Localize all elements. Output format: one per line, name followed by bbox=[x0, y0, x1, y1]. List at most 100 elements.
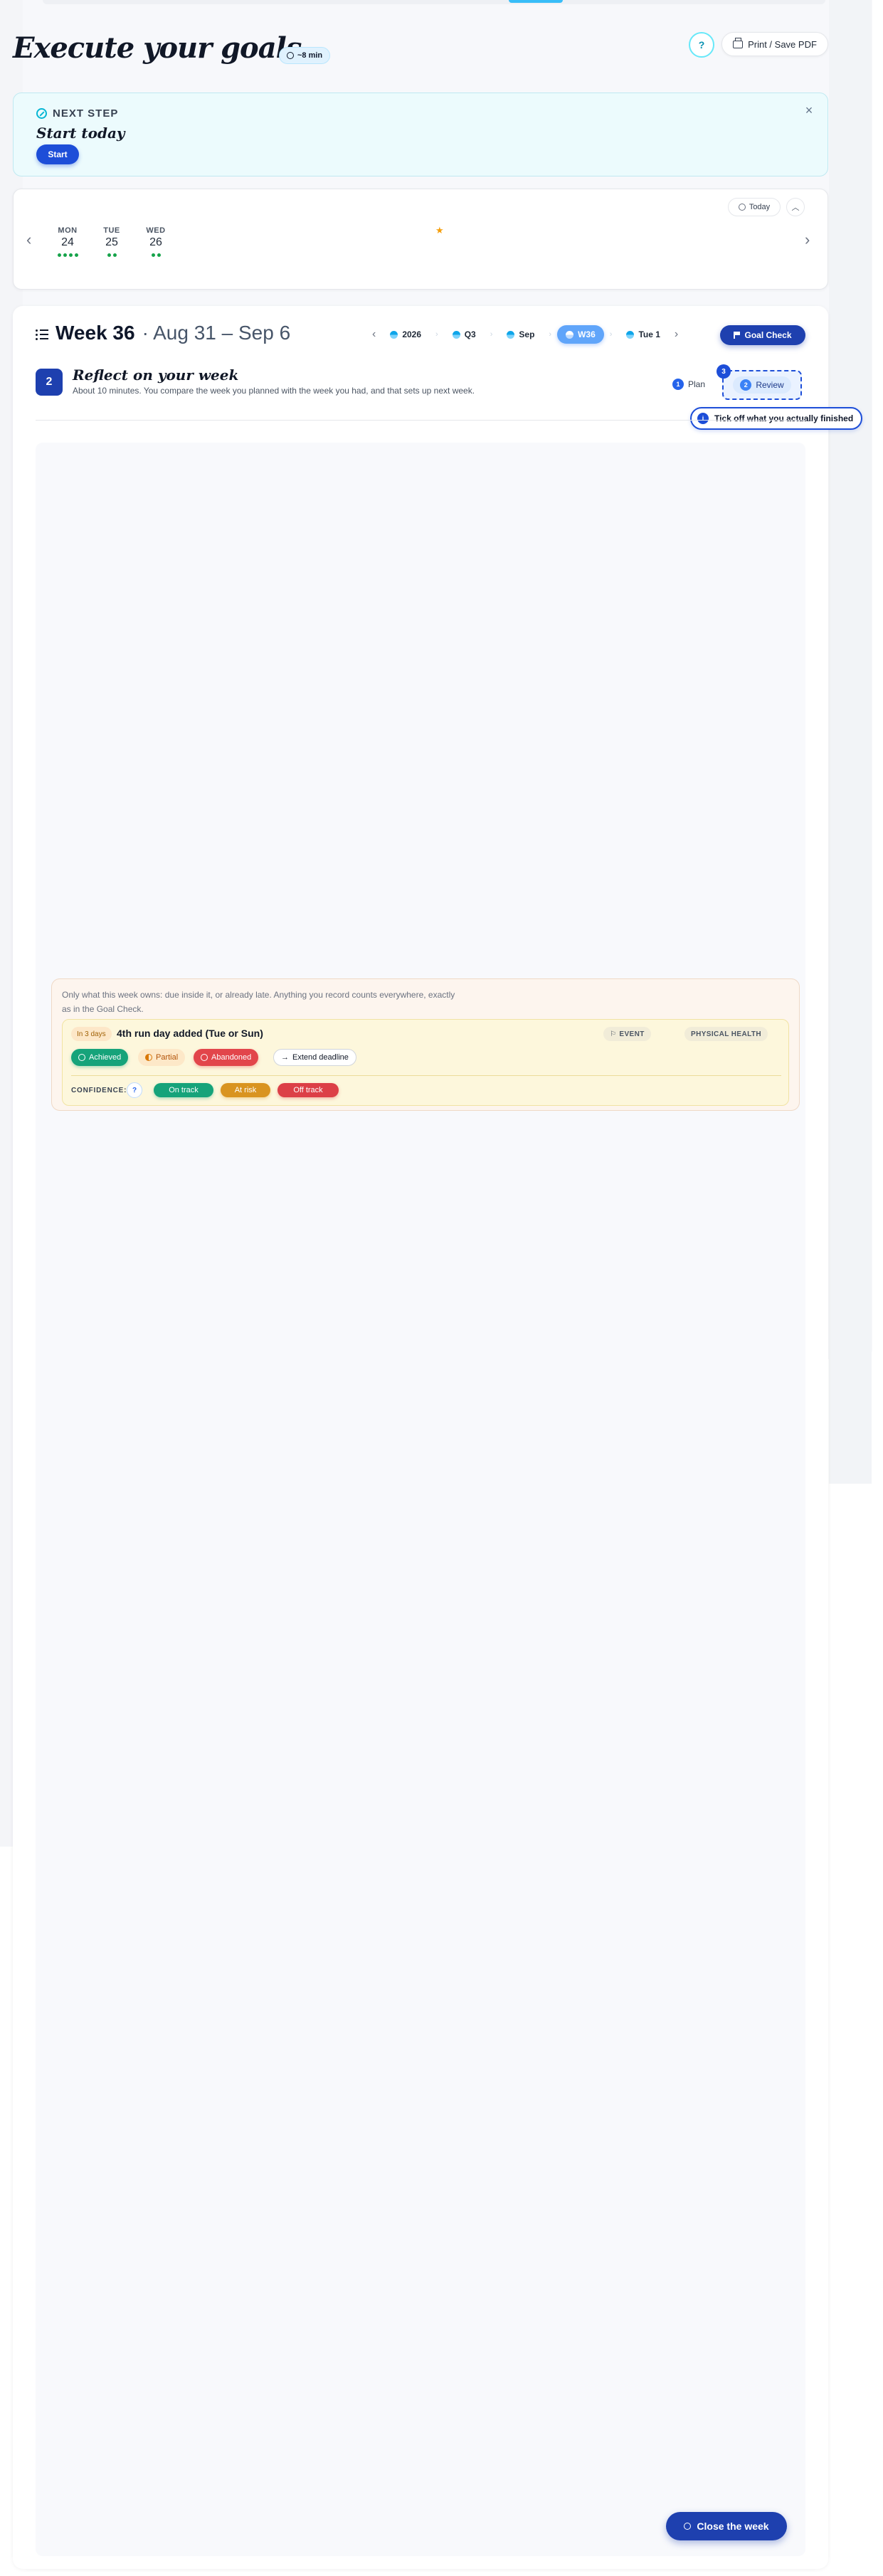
breadcrumb-day[interactable]: Tue 1 bbox=[618, 325, 669, 344]
arrow-right-icon: → bbox=[281, 1053, 289, 1062]
confidence-off-track-button[interactable]: Off track bbox=[277, 1083, 339, 1097]
extend-deadline-button[interactable]: → Extend deadline bbox=[273, 1049, 356, 1066]
help-button[interactable]: ? bbox=[689, 32, 714, 58]
tab-review-pill: 2 Review bbox=[733, 376, 791, 394]
top-nav-active-indicator bbox=[509, 0, 563, 3]
item-type-tag: ⚐ EVENT bbox=[603, 1027, 651, 1041]
printer-icon bbox=[733, 37, 744, 48]
achieved-button[interactable]: Achieved bbox=[71, 1049, 129, 1066]
day-task-dots bbox=[97, 253, 126, 257]
review-item-panel: Only what this week owns: due inside it,… bbox=[51, 978, 800, 1111]
progress-half-icon bbox=[390, 330, 398, 339]
task-dot bbox=[151, 253, 155, 257]
flag-icon bbox=[734, 332, 741, 339]
chevron-left-icon[interactable]: ‹ bbox=[26, 231, 31, 249]
page-title: Execute your goals bbox=[13, 31, 302, 65]
partial-label: Partial bbox=[156, 1053, 179, 1062]
task-dot bbox=[112, 253, 117, 257]
partial-button[interactable]: Partial bbox=[138, 1049, 186, 1066]
period-breadcrumb: ‹ 2026 › Q3 › Sep › W36 › Tue 1 › bbox=[372, 325, 678, 344]
time-estimate-label: ~8 min bbox=[297, 51, 323, 60]
day-of-week: MON bbox=[58, 226, 78, 235]
print-save-pdf-button[interactable]: Print / Save PDF bbox=[721, 32, 828, 56]
chevron-left-icon[interactable]: ‹ bbox=[372, 328, 376, 341]
day-of-month: 25 bbox=[105, 236, 118, 248]
section-divider bbox=[36, 420, 805, 421]
breadcrumb-label: W36 bbox=[578, 329, 596, 339]
help-icon: ? bbox=[698, 39, 705, 51]
progress-half-icon bbox=[507, 330, 515, 339]
abandoned-button[interactable]: Abandoned bbox=[194, 1049, 259, 1066]
week-header: Week 36 · Aug 31 – Sep 6 bbox=[36, 322, 290, 344]
review-scope-note: Only what this week owns: due inside it,… bbox=[62, 990, 455, 1014]
breadcrumb-month[interactable]: Sep bbox=[498, 325, 544, 344]
task-dot bbox=[157, 253, 161, 257]
abandoned-label: Abandoned bbox=[211, 1053, 252, 1062]
tab-number: 2 bbox=[740, 379, 752, 391]
checklist-icon bbox=[36, 329, 48, 340]
breadcrumb-quarter[interactable]: Q3 bbox=[443, 325, 485, 344]
progress-half-icon bbox=[626, 330, 635, 339]
target-icon bbox=[738, 204, 746, 211]
half-circle-icon bbox=[145, 1054, 152, 1061]
breadcrumb-label: 2026 bbox=[402, 329, 422, 339]
item-divider bbox=[71, 1075, 781, 1076]
day-of-week: WED bbox=[146, 226, 166, 235]
item-type-label: EVENT bbox=[619, 1030, 645, 1038]
item-title: 4th run day added (Tue or Sun) bbox=[117, 1028, 263, 1039]
confidence-at-risk-button[interactable]: At risk bbox=[221, 1083, 270, 1097]
day-task-dots bbox=[53, 253, 82, 257]
task-dot bbox=[107, 253, 111, 257]
progress-half-icon bbox=[566, 330, 574, 339]
info-icon: i bbox=[697, 413, 709, 424]
day-task-dots bbox=[142, 253, 170, 257]
clock-icon bbox=[287, 52, 294, 59]
calendar-day[interactable]: WED 26 bbox=[142, 226, 170, 257]
chevron-right-icon[interactable]: › bbox=[675, 328, 678, 341]
breadcrumb-label: Sep bbox=[519, 329, 535, 339]
confidence-label: CONFIDENCE: bbox=[71, 1087, 127, 1094]
tab-plan[interactable]: 1 Plan bbox=[672, 379, 705, 390]
tour-tooltip-text: Tick off what you actually finished bbox=[714, 413, 854, 423]
confidence-on-track-button[interactable]: On track bbox=[154, 1083, 213, 1097]
chevron-right-icon[interactable]: › bbox=[805, 231, 810, 249]
breadcrumb-week[interactable]: W36 bbox=[557, 325, 604, 344]
tour-step-badge: 3 bbox=[717, 364, 731, 379]
tab-review[interactable]: 2 Review bbox=[722, 370, 802, 400]
start-button[interactable]: Start bbox=[36, 144, 79, 164]
x-circle-icon bbox=[201, 1054, 208, 1061]
breadcrumb-separator-icon: › bbox=[609, 330, 613, 339]
goal-check-button[interactable]: Goal Check bbox=[720, 325, 805, 345]
week-title: Week 36 bbox=[55, 322, 135, 344]
step-title: Reflect on your week bbox=[73, 366, 239, 384]
background-panel bbox=[829, 0, 872, 1484]
day-of-week: TUE bbox=[103, 226, 120, 235]
task-dot bbox=[57, 253, 61, 257]
today-button[interactable]: Today bbox=[728, 198, 781, 216]
task-dot bbox=[63, 253, 67, 257]
day-of-month: 24 bbox=[61, 236, 74, 248]
next-step-banner: NEXT STEP Start today Start × bbox=[13, 93, 828, 176]
tab-label: Plan bbox=[688, 379, 706, 389]
breadcrumb-separator-icon: › bbox=[490, 330, 493, 339]
review-item-card: In 3 days 4th run day added (Tue or Sun)… bbox=[62, 1019, 789, 1106]
chevron-up-icon[interactable]: ︿ bbox=[786, 198, 805, 216]
breadcrumb-year[interactable]: 2026 bbox=[381, 325, 430, 344]
tour-tooltip: i Tick off what you actually finished bbox=[690, 407, 862, 430]
breadcrumb-separator-icon: › bbox=[435, 330, 438, 339]
progress-half-icon bbox=[452, 330, 460, 339]
check-circle-icon bbox=[36, 108, 47, 119]
close-the-week-button[interactable]: Close the week bbox=[666, 2512, 787, 2540]
calendar-day[interactable]: TUE 25 bbox=[97, 226, 126, 257]
top-nav-bar bbox=[43, 0, 825, 4]
time-estimate-badge: ~8 min bbox=[279, 47, 331, 64]
week-date-range: · Aug 31 – Sep 6 bbox=[142, 322, 291, 344]
calendar-day[interactable]: MON 24 bbox=[53, 226, 82, 257]
check-circle-icon bbox=[684, 2523, 692, 2530]
close-icon[interactable]: × bbox=[802, 103, 816, 117]
next-step-headline: Start today bbox=[36, 125, 125, 142]
print-label: Print / Save PDF bbox=[748, 38, 817, 50]
next-step-eyebrow-label: NEXT STEP bbox=[53, 107, 119, 120]
step-number: 2 bbox=[36, 369, 63, 396]
help-icon[interactable]: ? bbox=[127, 1082, 142, 1098]
